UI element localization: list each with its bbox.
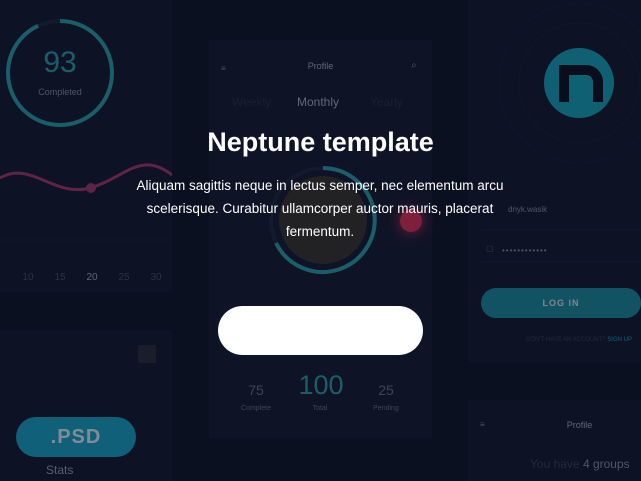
cta-button[interactable] (218, 306, 423, 355)
hero-title: Neptune template (207, 127, 434, 157)
hero-description: Aliquam sagittis neque in lectus semper,… (136, 178, 504, 239)
